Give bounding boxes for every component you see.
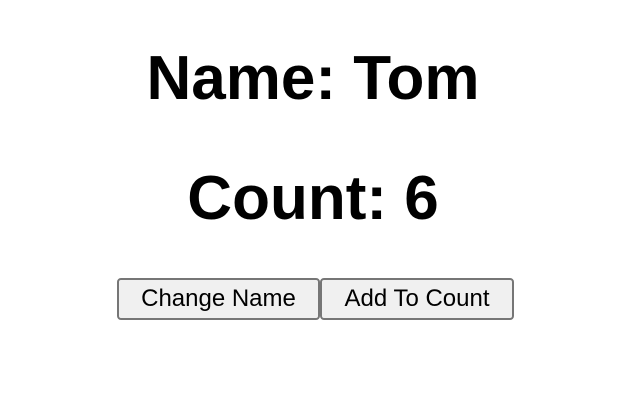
count-heading: Count: 6 <box>0 168 626 230</box>
button-row: Change Name Add To Count <box>117 278 514 320</box>
name-value: Tom <box>353 44 480 113</box>
name-label: Name: <box>146 44 354 113</box>
count-label: Count: <box>187 164 405 233</box>
count-value: 6 <box>404 164 439 233</box>
name-heading: Name: Tom <box>0 48 626 110</box>
change-name-button[interactable]: Change Name <box>117 278 320 320</box>
add-to-count-button[interactable]: Add To Count <box>320 278 514 320</box>
app-root: Name: Tom Count: 6 Change Name Add To Co… <box>0 0 626 406</box>
